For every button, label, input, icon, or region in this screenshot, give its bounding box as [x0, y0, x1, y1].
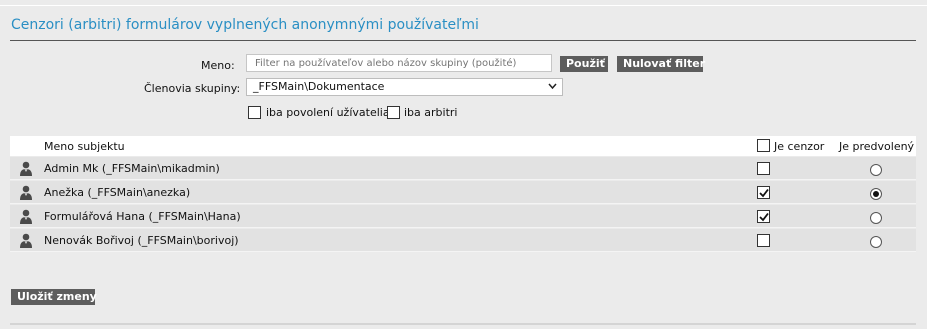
radio-selected-dot — [873, 191, 879, 197]
table-row: Formulářová Hana (_FFSMain\Hana) — [10, 205, 916, 228]
only-allowed-users-checkbox[interactable] — [248, 106, 261, 119]
user-icon — [19, 233, 33, 248]
page-title: Cenzori (arbitri) formulárov vyplnených … — [11, 17, 479, 33]
select-all-censor-checkbox[interactable] — [757, 139, 770, 152]
user-icon — [19, 209, 33, 224]
group-members-label: Členovia skupiny: — [144, 82, 241, 95]
column-is-censor: Je cenzor — [774, 140, 825, 153]
is-default-radio[interactable] — [870, 212, 882, 224]
chevron-down-icon — [548, 83, 557, 90]
bottom-divider — [10, 323, 916, 325]
group-members-select[interactable]: _FFSMain\Dokumentace — [246, 78, 563, 96]
user-icon — [19, 161, 33, 176]
column-subject-name: Meno subjektu — [44, 140, 125, 153]
column-is-default: Je predvolený — [839, 140, 915, 153]
name-filter-input[interactable] — [246, 54, 552, 72]
subject-name: Nenovák Bořivoj (_FFSMain\borivoj) — [44, 234, 239, 247]
only-arbiters-label: iba arbitri — [404, 106, 458, 119]
subject-name: Admin Mk (_FFSMain\mikadmin) — [44, 162, 220, 175]
only-allowed-users-label: iba povolení užívatelia — [266, 106, 390, 119]
group-selected-value: _FFSMain\Dokumentace — [253, 80, 385, 93]
user-icon — [19, 185, 33, 200]
is-censor-checkbox[interactable] — [757, 234, 770, 247]
table-row: Anežka (_FFSMain\anezka) — [10, 181, 916, 204]
table-header: Meno subjektu Je cenzor Je predvolený — [10, 136, 916, 156]
top-divider — [0, 5, 927, 6]
table-row: Nenovák Bořivoj (_FFSMain\borivoj) — [10, 229, 916, 252]
is-default-radio[interactable] — [870, 236, 882, 248]
title-divider — [10, 40, 916, 41]
subject-name: Formulářová Hana (_FFSMain\Hana) — [44, 210, 241, 223]
is-default-radio[interactable] — [870, 164, 882, 176]
save-changes-button[interactable]: Uložiť zmeny — [11, 289, 97, 305]
reset-filter-button[interactable]: Nulovať filter — [617, 56, 705, 72]
is-censor-checkbox[interactable] — [757, 162, 770, 175]
only-arbiters-checkbox[interactable] — [387, 106, 400, 119]
table-row: Admin Mk (_FFSMain\mikadmin) — [10, 157, 916, 180]
is-default-radio[interactable] — [870, 188, 882, 200]
is-censor-checkbox[interactable] — [757, 186, 770, 199]
name-filter-label: Meno: — [201, 59, 235, 72]
is-censor-checkbox[interactable] — [757, 210, 770, 223]
subject-name: Anežka (_FFSMain\anezka) — [44, 186, 191, 199]
apply-filter-button[interactable]: Použiť — [560, 56, 608, 72]
